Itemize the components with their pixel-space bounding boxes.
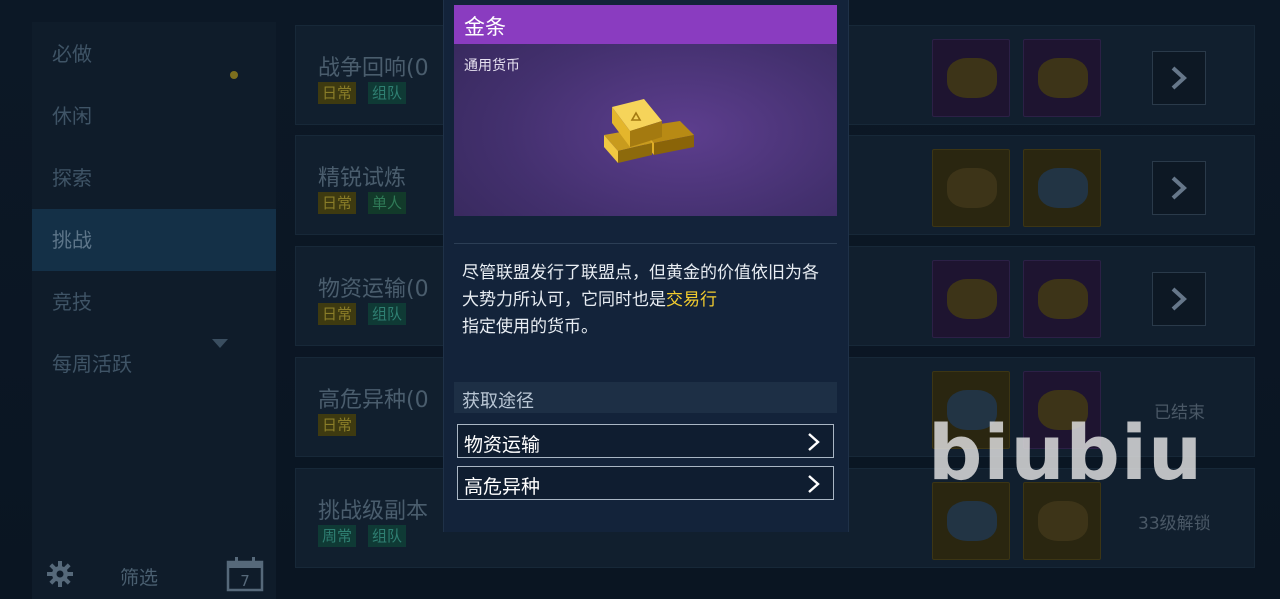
divider xyxy=(454,243,837,244)
dropdown-arrow-icon[interactable] xyxy=(212,339,228,348)
go-button[interactable] xyxy=(1152,51,1206,105)
crystal-icon[interactable] xyxy=(1023,149,1101,227)
sidebar-item-competitive[interactable]: 竞技 xyxy=(32,271,276,333)
puzzle-icon[interactable] xyxy=(1023,260,1101,338)
chevron-right-icon xyxy=(808,475,820,493)
source-button-supply-transport[interactable]: 物资运输 xyxy=(457,424,834,458)
gold-bar-icon[interactable] xyxy=(1023,39,1101,117)
sidebar-item-label: 竞技 xyxy=(52,290,92,314)
core-icon[interactable] xyxy=(932,149,1010,227)
activity-title: 战争回响(0 xyxy=(318,56,429,81)
go-button[interactable] xyxy=(1152,272,1206,326)
activity-title: 高危异种(0 xyxy=(318,388,429,413)
sidebar-item-challenge[interactable]: 挑战 xyxy=(32,209,276,271)
item-header: 金条 xyxy=(454,5,837,44)
sidebar-item-label: 每周活跃 xyxy=(52,352,132,376)
sidebar-item-weekly-active[interactable]: 每周活跃 xyxy=(32,333,276,395)
sidebar-item-must-do[interactable]: 必做 xyxy=(32,23,276,85)
calendar-day: 7 xyxy=(240,572,250,590)
activity-title: 精锐试炼 xyxy=(318,166,407,191)
source-button-high-risk-mutant[interactable]: 高危异种 xyxy=(457,466,834,500)
sidebar-item-label: 挑战 xyxy=(52,228,92,252)
tag-daily: 日常 xyxy=(318,82,357,104)
source-label: 物资运输 xyxy=(464,434,541,456)
obtain-label: 获取途径 xyxy=(462,391,534,412)
medal-icon[interactable] xyxy=(932,39,1010,117)
gold-bar-icon[interactable] xyxy=(932,260,1010,338)
tag-team: 组队 xyxy=(368,303,407,325)
item-card: 金条 通用货币 xyxy=(454,5,837,216)
go-button[interactable] xyxy=(1152,161,1206,215)
category-sidebar: 必做 休闲 探索 挑战 竞技 每周活跃 xyxy=(32,22,276,599)
source-label: 高危异种 xyxy=(464,476,541,498)
gear-icon[interactable] xyxy=(46,560,74,588)
tag-solo: 单人 xyxy=(368,192,407,214)
tag-daily: 日常 xyxy=(318,303,357,325)
sidebar-item-label: 休闲 xyxy=(52,104,92,128)
tag-daily: 日常 xyxy=(318,192,357,214)
status-locked: 33级解锁 xyxy=(1138,514,1211,534)
notification-dot xyxy=(230,71,238,79)
calendar-icon[interactable]: 7 xyxy=(226,556,264,592)
sidebar-item-explore[interactable]: 探索 xyxy=(32,147,276,209)
activity-title: 物资运输(0 xyxy=(318,277,429,302)
tag-team: 组队 xyxy=(368,82,407,104)
description-text: 指定使用的货币。 xyxy=(462,317,598,337)
item-name: 金条 xyxy=(464,15,506,39)
filter-button[interactable]: 筛选 xyxy=(120,563,158,590)
sidebar-item-leisure[interactable]: 休闲 xyxy=(32,85,276,147)
obtain-section-header: 获取途径 xyxy=(454,382,837,413)
item-description: 尽管联盟发行了联盟点，但黄金的价值依旧为各大势力所认可，它同时也是交易行指定使用… xyxy=(462,260,832,341)
sidebar-item-label: 探索 xyxy=(52,166,92,190)
item-detail-popup: 金条 通用货币 尽管联盟发行了联盟点，但黄金的价值依旧为各大势力所认可，它同时也… xyxy=(443,0,849,532)
tag-team: 组队 xyxy=(368,525,407,547)
tag-daily: 日常 xyxy=(318,414,357,436)
description-highlight[interactable]: 交易行 xyxy=(666,290,717,310)
activity-title: 挑战级副本 xyxy=(318,499,429,524)
sidebar-item-label: 必做 xyxy=(52,42,92,66)
chevron-right-icon xyxy=(808,433,820,451)
watermark: biubiu xyxy=(928,408,1204,497)
tag-weekly: 周常 xyxy=(318,525,357,547)
item-type: 通用货币 xyxy=(464,58,520,74)
description-text: 尽管联盟发行了联盟点，但黄金的价值依旧为各大势力所认可，它同时也是 xyxy=(462,263,819,310)
gold-bar-icon xyxy=(604,99,694,163)
